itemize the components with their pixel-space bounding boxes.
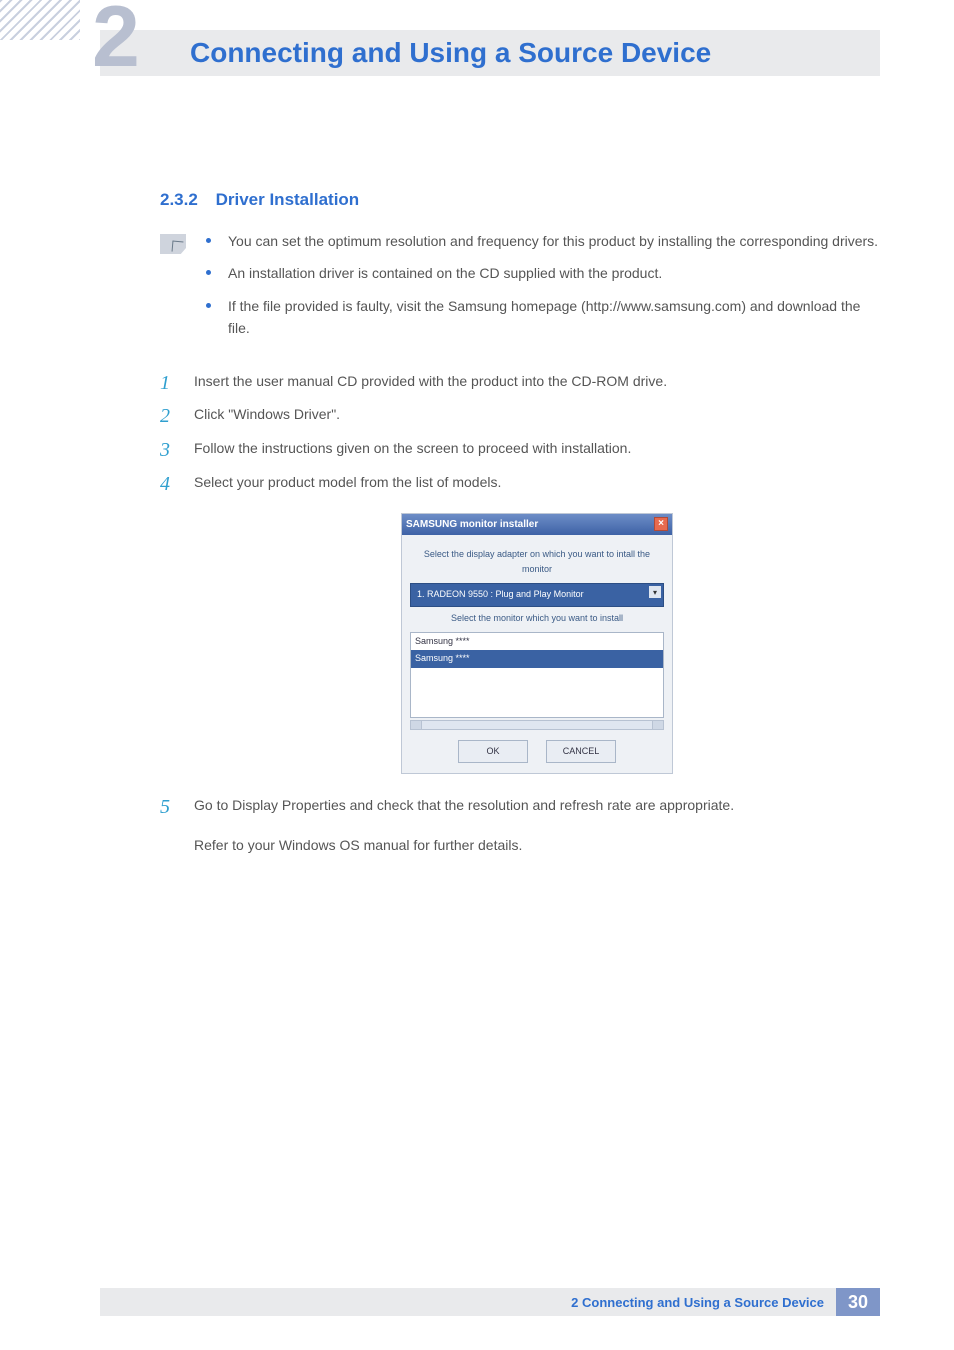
step-number: 4 — [160, 467, 170, 501]
steps-list: 1 Insert the user manual CD provided wit… — [160, 370, 880, 858]
footer-chapter-text: 2 Connecting and Using a Source Device — [571, 1295, 824, 1310]
installer-dialog-figure: SAMSUNG monitor installer × Select the d… — [401, 513, 673, 774]
note-icon — [160, 234, 186, 254]
page-number: 30 — [836, 1288, 880, 1316]
header-hatch-decoration — [0, 0, 80, 40]
note-item: If the file provided is faulty, visit th… — [200, 295, 880, 340]
installer-titlebar: SAMSUNG monitor installer × — [402, 514, 672, 535]
step-item: 1 Insert the user manual CD provided wit… — [160, 370, 880, 394]
step-text: Select your product model from the list … — [194, 474, 501, 490]
monitor-listbox[interactable]: Samsung **** Samsung **** — [410, 632, 664, 718]
list-item[interactable]: Samsung **** — [411, 633, 663, 650]
step-item: 3 Follow the instructions given on the s… — [160, 437, 880, 461]
step-text: Follow the instructions given on the scr… — [194, 440, 631, 456]
section-title: Driver Installation — [216, 190, 360, 209]
step-number: 5 — [160, 790, 170, 824]
step-number: 3 — [160, 433, 170, 467]
horizontal-scrollbar[interactable] — [410, 720, 664, 730]
chapter-header-bar: Connecting and Using a Source Device — [100, 30, 880, 76]
step-item: 4 Select your product model from the lis… — [160, 471, 880, 774]
content-area: 2.3.2 Driver Installation You can set th… — [160, 190, 880, 868]
chapter-title: Connecting and Using a Source Device — [190, 37, 711, 69]
installer-title: SAMSUNG monitor installer — [406, 516, 538, 533]
ok-button[interactable]: OK — [458, 740, 528, 763]
note-list: You can set the optimum resolution and f… — [200, 230, 880, 350]
step-text: Click "Windows Driver". — [194, 406, 340, 422]
installer-label-adapter: Select the display adapter on which you … — [410, 547, 664, 578]
step-item: 5 Go to Display Properties and check tha… — [160, 794, 880, 858]
section-number: 2.3.2 — [160, 190, 198, 209]
installer-label-monitor: Select the monitor which you want to ins… — [410, 611, 664, 626]
step-number: 2 — [160, 399, 170, 433]
adapter-combo-value: 1. RADEON 9550 : Plug and Play Monitor — [417, 589, 584, 599]
chevron-down-icon[interactable]: ▾ — [649, 586, 661, 598]
step-after-text: Refer to your Windows OS manual for furt… — [194, 834, 880, 858]
step-text: Go to Display Properties and check that … — [194, 797, 734, 813]
note-item: An installation driver is contained on t… — [200, 262, 880, 284]
close-icon[interactable]: × — [654, 517, 668, 531]
page-footer: 2 Connecting and Using a Source Device 3… — [100, 1288, 880, 1316]
adapter-combo[interactable]: 1. RADEON 9550 : Plug and Play Monitor ▾ — [410, 583, 664, 606]
note-block: You can set the optimum resolution and f… — [160, 230, 880, 350]
step-item: 2 Click "Windows Driver". — [160, 403, 880, 427]
chapter-number: 2 — [92, 0, 140, 80]
step-text: Insert the user manual CD provided with … — [194, 373, 667, 389]
step-number: 1 — [160, 366, 170, 400]
note-item: You can set the optimum resolution and f… — [200, 230, 880, 252]
cancel-button[interactable]: CANCEL — [546, 740, 616, 763]
list-item[interactable]: Samsung **** — [411, 650, 663, 667]
section-heading: 2.3.2 Driver Installation — [160, 190, 880, 210]
